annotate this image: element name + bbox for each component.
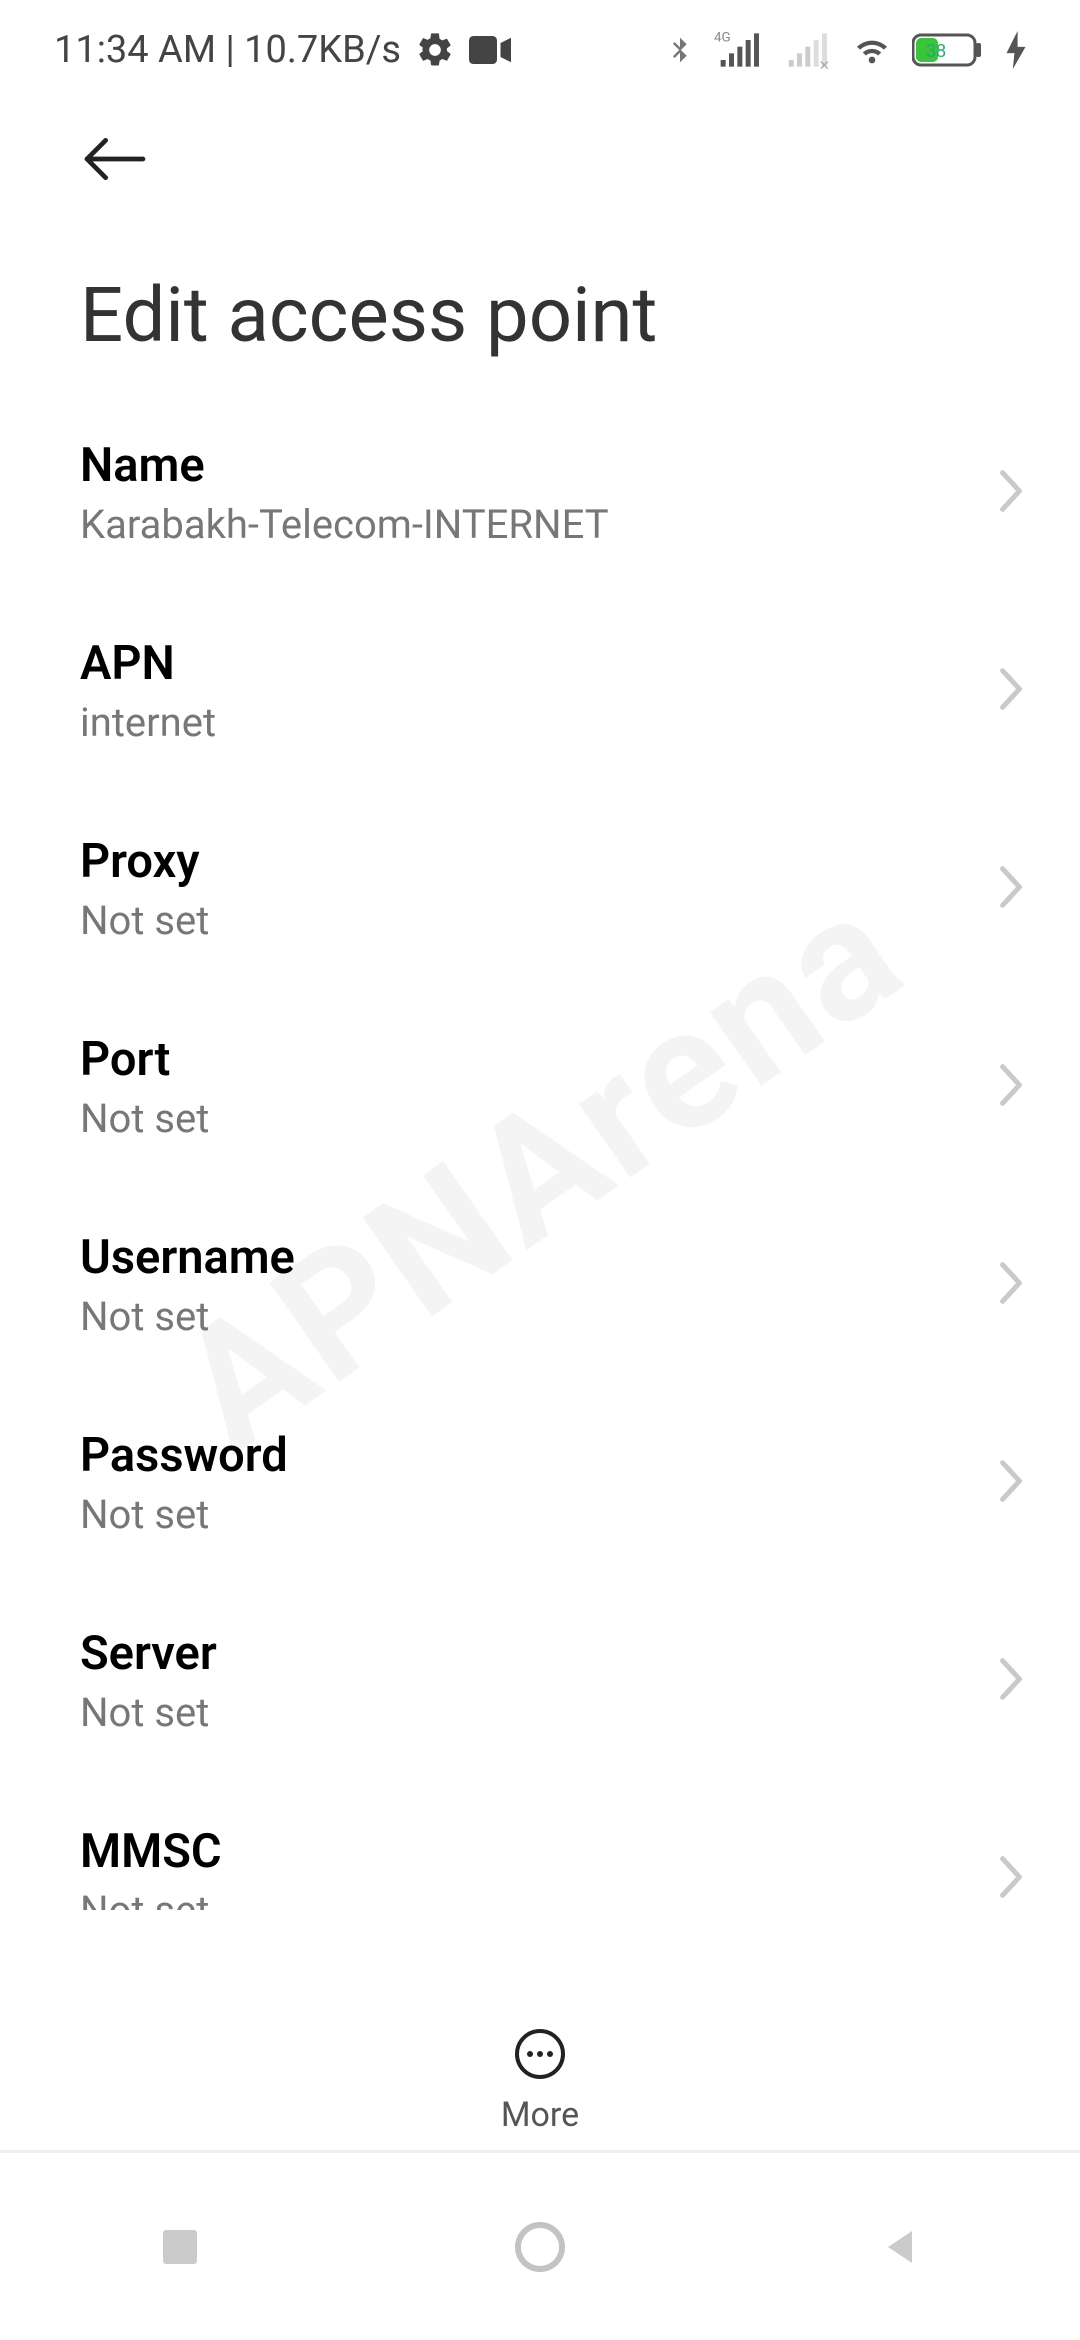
setting-value: Karabakh-Telecom-INTERNET — [80, 501, 609, 548]
setting-row-server[interactable]: Server Not set — [0, 1582, 1080, 1780]
setting-label: Server — [80, 1626, 217, 1681]
setting-row-password[interactable]: Password Not set — [0, 1384, 1080, 1582]
chevron-right-icon — [996, 1061, 1026, 1113]
gear-icon — [415, 30, 455, 70]
setting-value: Not set — [80, 897, 209, 944]
chevron-right-icon — [996, 863, 1026, 915]
setting-value: internet — [80, 699, 216, 746]
bluetooth-icon — [664, 30, 696, 70]
setting-row-proxy[interactable]: Proxy Not set — [0, 790, 1080, 988]
more-button[interactable]: More — [501, 2027, 579, 2135]
setting-label: Port — [80, 1032, 209, 1087]
more-icon — [513, 2027, 567, 2085]
chevron-right-icon — [996, 1259, 1026, 1311]
camera-icon — [469, 34, 511, 66]
wifi-icon — [850, 30, 894, 70]
nav-recents-button[interactable] — [135, 2202, 225, 2292]
charging-icon — [1006, 31, 1026, 69]
setting-label: Proxy — [80, 834, 209, 889]
back-button[interactable] — [80, 134, 150, 188]
setting-label: Password — [80, 1428, 288, 1483]
svg-text:38: 38 — [926, 41, 946, 61]
setting-value: Not set — [80, 1293, 295, 1340]
setting-row-username[interactable]: Username Not set — [0, 1186, 1080, 1384]
signal-nosim-icon: ✕ — [782, 30, 832, 70]
signal-4g-icon: 4G — [714, 30, 764, 70]
chevron-right-icon — [996, 467, 1026, 519]
battery-icon: 38 — [912, 31, 988, 69]
setting-label: APN — [80, 636, 216, 691]
status-time-and-speed: 11:34 AM | 10.7KB/s — [54, 28, 401, 72]
setting-label: MMSC — [80, 1824, 222, 1879]
nav-back-button[interactable] — [855, 2202, 945, 2292]
svg-text:4G: 4G — [714, 31, 731, 46]
navigation-bar — [0, 2150, 1080, 2340]
status-bar: 11:34 AM | 10.7KB/s 4G ✕ 38 — [0, 0, 1080, 100]
page-title: Edit access point — [80, 270, 1000, 360]
setting-row-port[interactable]: Port Not set — [0, 988, 1080, 1186]
setting-value: Not set — [80, 1491, 288, 1538]
setting-label: Name — [80, 438, 609, 493]
chevron-right-icon — [996, 1655, 1026, 1707]
chevron-right-icon — [996, 665, 1026, 717]
setting-row-mmsc[interactable]: MMSC Not set — [0, 1780, 1080, 1910]
svg-text:✕: ✕ — [819, 59, 830, 70]
chevron-right-icon — [996, 1457, 1026, 1509]
setting-value: Not set — [80, 1887, 222, 1910]
setting-label: Username — [80, 1230, 295, 1285]
more-label: More — [501, 2095, 579, 2135]
setting-value: Not set — [80, 1095, 209, 1142]
chevron-right-icon — [996, 1853, 1026, 1905]
setting-row-name[interactable]: Name Karabakh-Telecom-INTERNET — [0, 394, 1080, 592]
setting-value: Not set — [80, 1689, 217, 1736]
settings-list: Name Karabakh-Telecom-INTERNET APN internet… — [0, 394, 1080, 1910]
nav-home-button[interactable] — [495, 2202, 585, 2292]
setting-row-apn[interactable]: APN internet — [0, 592, 1080, 790]
